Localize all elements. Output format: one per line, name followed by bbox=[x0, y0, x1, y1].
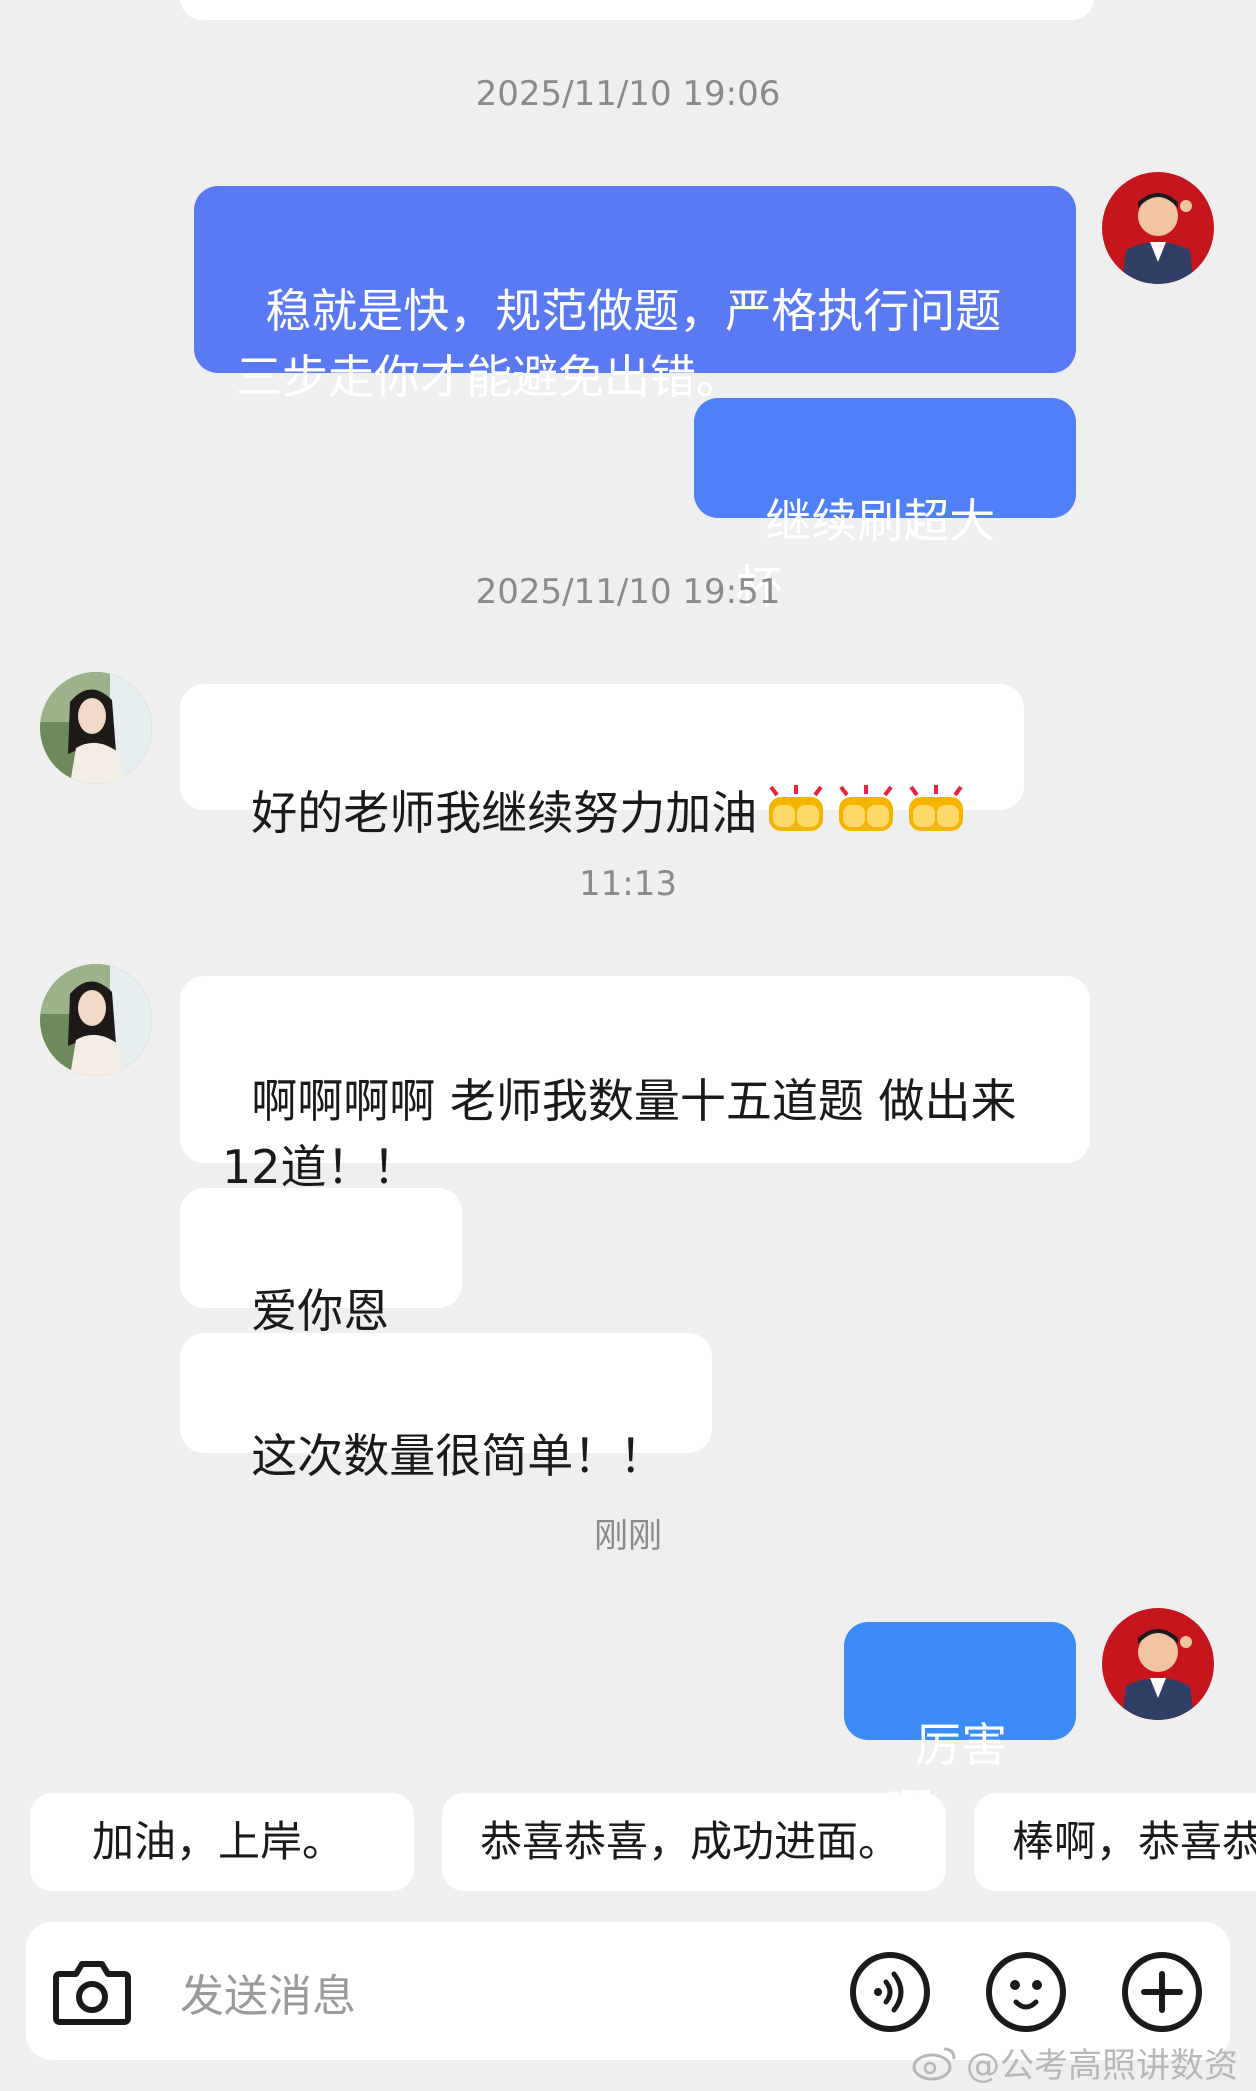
watermark-text: @公考高照讲数资 bbox=[966, 2046, 1238, 2086]
timestamp: 2025/11/10 19:06 bbox=[475, 74, 781, 114]
message-text: 这次数量很简单！！ bbox=[251, 1429, 666, 1483]
outgoing-message-bubble[interactable]: 继续刷超大杯 bbox=[694, 398, 1076, 614]
incoming-message-bubble[interactable]: 好的老师我继续努力加油 bbox=[180, 684, 1024, 840]
message-input[interactable]: 发送消息 bbox=[180, 1960, 356, 2024]
quick-reply-chip[interactable]: 恭喜恭喜，成功进面。 bbox=[442, 1793, 946, 1891]
message-text: 稳就是快，规范做题，严格执行问题 三步走你才能避免出错。 bbox=[236, 284, 1002, 404]
timestamp: 刚刚 bbox=[594, 1516, 662, 1556]
teacher-avatar[interactable] bbox=[1102, 172, 1214, 284]
outgoing-message-bubble[interactable]: 稳就是快，规范做题，严格执行问题 三步走你才能避免出错。 bbox=[194, 186, 1076, 404]
quick-reply-chip[interactable]: 棒啊，恭喜恭 bbox=[974, 1793, 1256, 1891]
incoming-message-bubble[interactable]: 这次数量很简单！！ bbox=[180, 1333, 712, 1483]
incoming-message-bubble[interactable]: 啊啊啊啊 老师我数量十五道题 做出来 12道！！ bbox=[180, 976, 1090, 1194]
timestamp: 11:13 bbox=[579, 864, 677, 904]
fist-bump-emoji bbox=[757, 785, 967, 840]
fist-bump-icon bbox=[769, 785, 824, 831]
weibo-logo-icon bbox=[912, 2047, 956, 2080]
student-avatar[interactable] bbox=[40, 672, 152, 784]
timestamp: 2025/11/10 19:51 bbox=[475, 572, 781, 612]
watermark: @公考高照讲数资 bbox=[912, 2038, 1238, 2087]
teacher-avatar[interactable] bbox=[1102, 1608, 1214, 1720]
camera-icon[interactable] bbox=[50, 1952, 134, 2036]
message-text: 啊啊啊啊 老师我数量十五道题 做出来 12道！！ bbox=[222, 1074, 1017, 1194]
student-avatar[interactable] bbox=[40, 964, 152, 1076]
voice-icon[interactable] bbox=[848, 1950, 932, 2038]
fist-bump-icon bbox=[909, 785, 964, 831]
message-text: 好的老师我继续努力加油 bbox=[251, 786, 758, 840]
emoji-icon[interactable] bbox=[984, 1950, 1068, 2038]
incoming-message-bubble[interactable]: 爱你恩师 bbox=[180, 1188, 462, 1404]
fist-bump-icon bbox=[839, 785, 894, 831]
previous-message-bubble bbox=[180, 0, 1094, 20]
plus-icon[interactable] bbox=[1120, 1950, 1204, 2038]
quick-reply-chip[interactable]: 加油，上岸。 bbox=[30, 1793, 414, 1891]
outgoing-message-bubble[interactable]: 厉害啊 bbox=[844, 1622, 1076, 1838]
